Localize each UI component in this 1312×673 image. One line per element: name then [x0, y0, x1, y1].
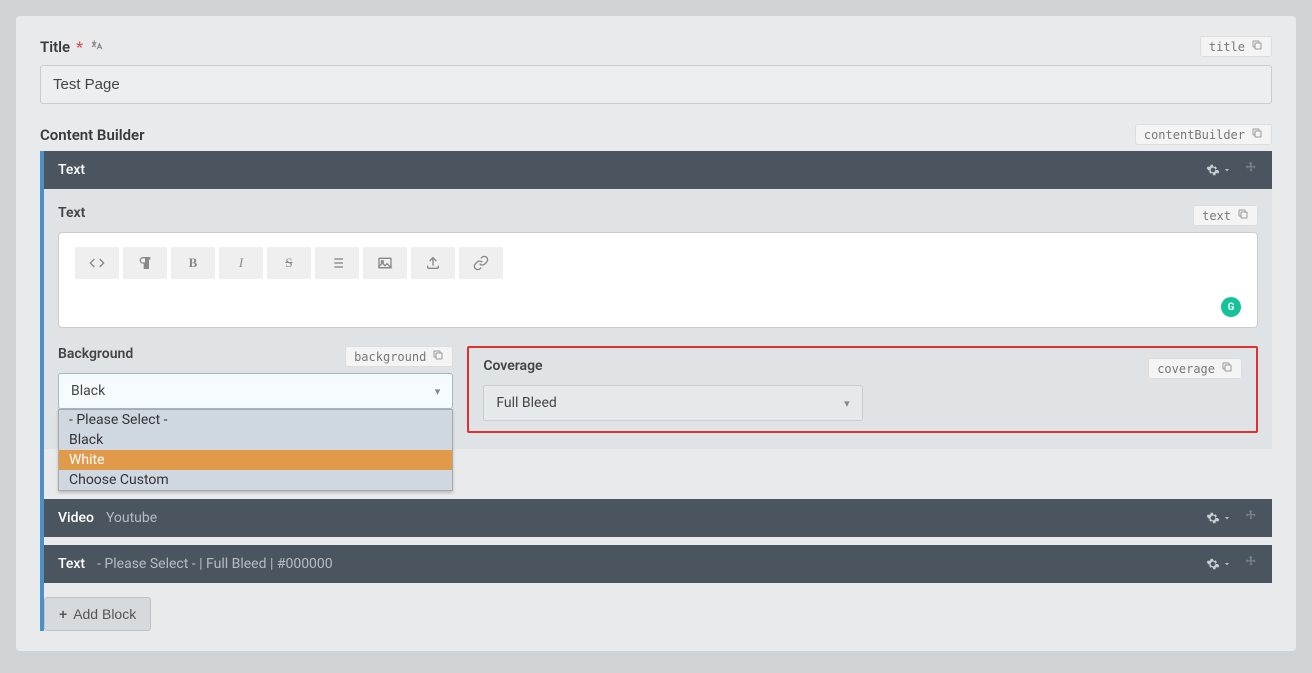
coverage-highlight-box: Coverage coverage Full Bleed ▾	[467, 346, 1258, 433]
background-col: Background background Black ▾	[58, 346, 453, 433]
italic-button[interactable]: I	[219, 247, 263, 279]
background-dropdown-list: - Please Select - Black White Choose Cus…	[58, 409, 453, 491]
chevron-down-icon: ▾	[435, 385, 441, 398]
content-builder-tag[interactable]: contentBuilder	[1135, 124, 1272, 145]
required-star-icon: *	[76, 38, 83, 56]
drag-handle-icon[interactable]	[1244, 555, 1258, 573]
upload-button[interactable]	[411, 247, 455, 279]
text-block-title: Text	[58, 162, 85, 178]
coverage-header: Coverage coverage	[483, 358, 1242, 379]
drag-handle-icon[interactable]	[1244, 161, 1258, 179]
title-tag-text: title	[1209, 40, 1245, 54]
text-collapsed-title: Text	[58, 556, 85, 572]
video-block-header[interactable]: Video Youtube	[44, 499, 1272, 537]
bold-button[interactable]: B	[171, 247, 215, 279]
title-header: Title * title	[40, 36, 1272, 57]
title-tag[interactable]: title	[1200, 36, 1272, 57]
code-button[interactable]	[75, 247, 119, 279]
dropdown-option-custom[interactable]: Choose Custom	[59, 470, 452, 490]
coverage-col: Coverage coverage Full Bleed ▾	[467, 346, 1258, 433]
background-selected-value: Black	[71, 383, 105, 399]
grammarly-icon[interactable]: G	[1221, 297, 1241, 317]
background-tag[interactable]: background	[345, 346, 453, 367]
editor-content-area[interactable]: G	[59, 279, 1257, 327]
coverage-tag[interactable]: coverage	[1148, 358, 1242, 379]
title-label-wrap: Title *	[40, 38, 103, 56]
coverage-selected-value: Full Bleed	[496, 395, 556, 411]
background-select[interactable]: Black ▾	[58, 373, 453, 409]
video-block-title: Video	[58, 510, 94, 526]
text-collapsed-left: Text - Please Select - | Full Bleed | #0…	[58, 556, 333, 572]
dropdown-option-please-select[interactable]: - Please Select -	[59, 410, 452, 430]
text-field-tag[interactable]: text	[1193, 205, 1258, 226]
bg-coverage-row: Background background Black ▾	[58, 346, 1258, 433]
title-input[interactable]	[40, 65, 1272, 104]
video-block-actions	[1206, 509, 1258, 527]
video-block-subtitle: Youtube	[106, 510, 157, 526]
text-block-collapsed-header[interactable]: Text - Please Select - | Full Bleed | #0…	[44, 545, 1272, 583]
text-field-tag-text: text	[1202, 209, 1231, 223]
plus-icon: +	[59, 606, 67, 622]
add-block-label: Add Block	[73, 606, 136, 622]
text-collapsed-subtitle: - Please Select - | Full Bleed | #000000	[97, 556, 333, 572]
copy-icon	[432, 349, 444, 364]
background-label: Background	[58, 346, 133, 367]
image-button[interactable]	[363, 247, 407, 279]
video-block-left: Video Youtube	[58, 510, 157, 526]
coverage-select[interactable]: Full Bleed ▾	[483, 385, 862, 421]
content-builder-body: Text Text text	[40, 151, 1272, 631]
dropdown-option-black[interactable]: Black	[59, 430, 452, 450]
paragraph-button[interactable]	[123, 247, 167, 279]
chevron-down-icon: ▾	[844, 397, 850, 410]
link-button[interactable]	[459, 247, 503, 279]
settings-button[interactable]	[1206, 555, 1232, 573]
text-block-actions	[1206, 161, 1258, 179]
list-button[interactable]	[315, 247, 359, 279]
content-builder-label: Content Builder	[40, 126, 145, 144]
add-block-button[interactable]: + Add Block	[44, 597, 151, 631]
content-builder-header: Content Builder contentBuilder	[40, 124, 1272, 145]
drag-handle-icon[interactable]	[1244, 509, 1258, 527]
copy-icon	[1251, 127, 1263, 142]
copy-icon	[1237, 208, 1249, 223]
text-block-body: Text text B I	[44, 189, 1272, 449]
rich-text-editor: B I S G	[58, 232, 1258, 328]
editor-toolbar: B I S	[59, 233, 1257, 279]
title-label: Title	[40, 38, 70, 56]
copy-icon	[1221, 361, 1233, 376]
translate-icon[interactable]	[89, 38, 103, 56]
text-collapsed-actions	[1206, 555, 1258, 573]
copy-icon	[1251, 39, 1263, 54]
text-block-header: Text	[44, 151, 1272, 189]
settings-button[interactable]	[1206, 161, 1232, 179]
text-field-header: Text text	[58, 205, 1258, 226]
background-dropdown: Black ▾ - Please Select - Black White Ch…	[58, 373, 453, 409]
title-section: Title * title	[40, 36, 1272, 104]
coverage-tag-text: coverage	[1157, 362, 1215, 376]
coverage-label: Coverage	[483, 358, 542, 379]
background-header: Background background	[58, 346, 453, 367]
settings-button[interactable]	[1206, 509, 1232, 527]
content-builder-tag-text: contentBuilder	[1144, 128, 1245, 142]
background-tag-text: background	[354, 350, 426, 364]
strikethrough-button[interactable]: S	[267, 247, 311, 279]
dropdown-option-white[interactable]: White	[59, 450, 452, 470]
form-container: Title * title Content Builder contentBui…	[16, 16, 1296, 651]
text-field-label: Text	[58, 205, 85, 226]
